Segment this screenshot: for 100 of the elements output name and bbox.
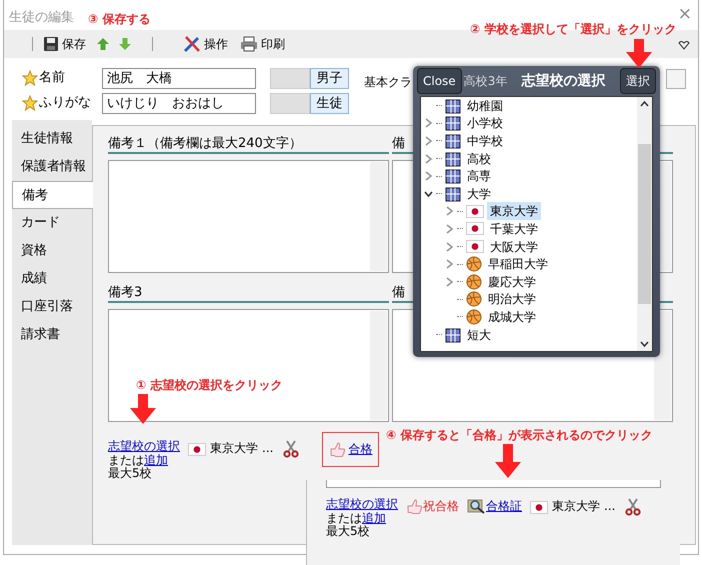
section-heading: 備考3 <box>108 283 389 303</box>
tree-item[interactable]: 短大 <box>464 326 494 344</box>
flag-icon <box>466 204 484 218</box>
side-tab[interactable]: 成績 <box>12 265 92 293</box>
annotation-text: ③ 保存する <box>88 11 150 28</box>
section-heading: 備考１（備考欄は最大240文字） <box>108 134 389 154</box>
thumbs-up-icon <box>406 498 423 515</box>
text-field[interactable]: 池尻 大橋 <box>102 68 256 88</box>
scroll-up-icon <box>640 101 649 107</box>
field-label: 基本クラ <box>364 74 412 91</box>
or-text: または <box>108 452 144 466</box>
ball-icon <box>466 291 482 308</box>
down-arrow-icon[interactable] <box>118 37 132 51</box>
add-link[interactable]: 追加 <box>144 452 168 466</box>
operations-button[interactable]: 操作 <box>181 35 230 53</box>
flag-icon <box>466 240 484 254</box>
star-icon <box>22 70 38 86</box>
flag-icon <box>188 442 206 456</box>
blank-field <box>270 68 310 88</box>
magnifier-icon <box>467 498 486 515</box>
tree-item[interactable]: 高専 <box>464 167 494 186</box>
collapse-chevron-icon[interactable] <box>424 188 433 199</box>
ellipsis-button[interactable]: ... <box>604 500 616 514</box>
building-icon <box>445 186 461 202</box>
expand-chevron-icon[interactable] <box>424 171 433 182</box>
dialog-title: 志望校の選択 <box>522 72 606 90</box>
school-select-link[interactable]: 志望校の選択 <box>326 497 398 511</box>
tree-item[interactable]: 大学 <box>464 184 494 203</box>
expand-chevron-icon[interactable] <box>424 118 433 128</box>
side-tab[interactable]: 生徒情報 <box>12 125 92 153</box>
annotation-text: ④ 保存すると「合格」が表示されるのでクリック <box>386 427 652 444</box>
annotation-text: ② 学校を選択して「選択」をクリック <box>470 21 676 38</box>
window-title: 生徒の編集 <box>9 9 74 27</box>
building-icon <box>445 115 461 132</box>
scroll-down-icon <box>640 341 649 347</box>
print-button[interactable]: 印刷 <box>238 35 287 53</box>
tree-item[interactable]: 幼稚園 <box>464 97 506 115</box>
scissors-icon <box>625 498 642 516</box>
select-button[interactable]: 選択 <box>620 68 656 94</box>
scrollbar[interactable] <box>637 97 652 351</box>
side-tab[interactable]: 請求書 <box>12 321 92 349</box>
congrats-text: 祝合格 <box>423 500 459 514</box>
certificate-link[interactable]: 合格証 <box>486 500 522 514</box>
side-tab[interactable]: 保護者情報 <box>12 153 92 181</box>
ball-icon <box>466 308 482 325</box>
tree-item[interactable]: 中学校 <box>464 132 506 150</box>
field-label: 名前 <box>39 69 65 88</box>
pass-link[interactable]: 合格 <box>348 442 372 456</box>
notes-textarea[interactable] <box>108 309 389 422</box>
annotation-text: ① 志望校の選択をクリック <box>136 377 282 394</box>
school-name: 東京大学 <box>552 500 600 514</box>
side-tab[interactable]: 口座引落 <box>12 293 92 321</box>
tree-item[interactable]: 小学校 <box>464 114 506 132</box>
ellipsis-button[interactable]: ... <box>262 442 274 456</box>
close-icon[interactable]: × <box>678 6 692 23</box>
tag-field[interactable]: 男子 <box>310 68 349 88</box>
chevron-heart-icon <box>678 40 690 50</box>
save-button[interactable]: 保存 <box>41 35 88 53</box>
expand-chevron-icon[interactable] <box>445 242 454 252</box>
expand-chevron-icon[interactable] <box>445 206 454 216</box>
expand-chevron-icon[interactable] <box>424 154 433 164</box>
tag-field[interactable]: 生徒 <box>310 92 349 114</box>
ball-icon <box>466 274 482 290</box>
tools-icon <box>183 35 201 53</box>
school-name: 東京大学 <box>210 442 258 456</box>
building-icon <box>445 132 461 149</box>
tree-item[interactable]: 千葉大学 <box>487 220 541 238</box>
ball-icon <box>466 256 482 272</box>
building-icon <box>445 326 461 343</box>
building-icon <box>445 168 461 184</box>
scissors-icon <box>283 440 300 458</box>
add-link[interactable]: 追加 <box>362 510 386 524</box>
text-field[interactable]: いけじり おおはし <box>102 92 256 114</box>
side-tab[interactable]: カード <box>12 209 92 237</box>
or-text: または <box>326 510 362 524</box>
blank-field <box>270 92 310 114</box>
flag-icon <box>466 222 484 236</box>
side-tab[interactable]: 備考 <box>12 181 93 209</box>
up-arrow-icon[interactable] <box>96 37 110 51</box>
building-icon <box>445 150 461 167</box>
tree-item[interactable]: 早稲田大学 <box>485 255 551 274</box>
school-select-link[interactable]: 志望校の選択 <box>108 439 180 453</box>
expand-chevron-icon[interactable] <box>445 224 454 234</box>
side-tab[interactable]: 資格 <box>12 237 92 265</box>
expand-chevron-icon[interactable] <box>445 276 454 287</box>
expand-chevron-icon[interactable] <box>424 136 433 146</box>
dropdown-button[interactable] <box>666 69 686 89</box>
flag-icon <box>530 500 548 514</box>
tree-item[interactable]: 成城大学 <box>485 308 539 326</box>
printer-icon <box>240 36 258 52</box>
close-button[interactable]: Close <box>417 68 462 94</box>
max-note: 最大5校 <box>326 525 371 538</box>
class-value: 高校3年 <box>464 73 508 90</box>
field-label: ふりがな <box>39 94 91 112</box>
star-icon <box>22 95 38 111</box>
max-note: 最大5校 <box>108 467 153 480</box>
expand-chevron-icon[interactable] <box>445 259 454 270</box>
thumbs-up-icon <box>329 441 346 458</box>
tree-item[interactable]: 東京大学 <box>487 202 541 220</box>
tree-item[interactable]: 大阪大学 <box>487 238 541 256</box>
